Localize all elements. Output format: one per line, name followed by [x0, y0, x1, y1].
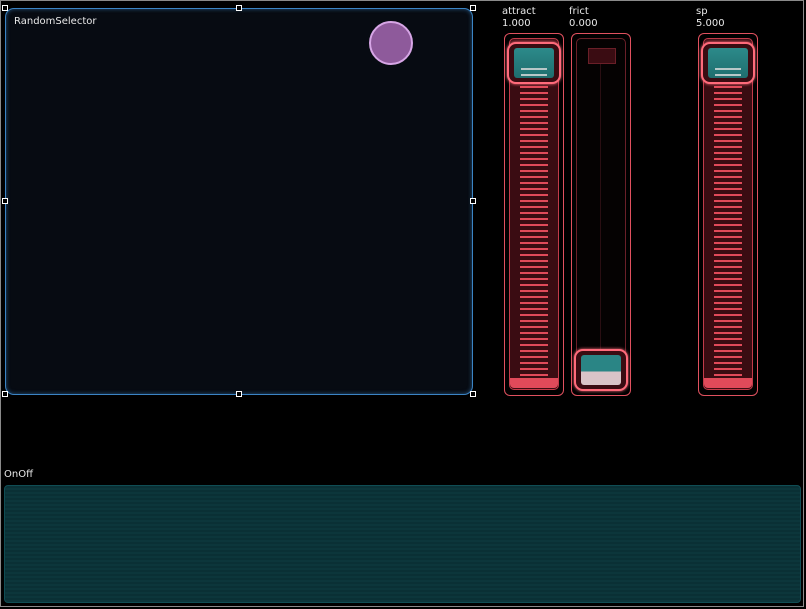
slider-sp-knob[interactable] [701, 42, 755, 84]
slider-attract-value: 1.000 [502, 18, 531, 29]
random-selector-panel[interactable] [5, 8, 473, 395]
resize-handle-left[interactable] [2, 198, 8, 204]
slider-frict-track[interactable] [576, 38, 626, 390]
onoff-toggle[interactable] [4, 485, 801, 603]
resize-handle-top[interactable] [236, 5, 242, 11]
slider-sp-fill [714, 86, 742, 376]
slider-attract-cap [510, 378, 558, 388]
slider-frict-guide [600, 64, 601, 354]
resize-handle-bottom-right[interactable] [470, 391, 476, 397]
resize-handle-top-left[interactable] [2, 5, 8, 11]
slider-attract-label: attract [502, 6, 536, 17]
slider-sp-cap [704, 378, 752, 388]
resize-handle-bottom-left[interactable] [2, 391, 8, 397]
resize-handle-top-right[interactable] [470, 5, 476, 11]
slider-attract-fill [520, 86, 548, 376]
resize-handle-right[interactable] [470, 198, 476, 204]
slider-frict-value: 0.000 [569, 18, 598, 29]
slider-frict-knob[interactable] [574, 349, 628, 391]
slider-sp-value: 5.000 [696, 18, 725, 29]
slider-sp-label: sp [696, 6, 708, 17]
selector-dot[interactable] [369, 21, 413, 65]
slider-attract-knob[interactable] [507, 42, 561, 84]
onoff-title: OnOff [4, 469, 33, 480]
resize-handle-bottom[interactable] [236, 391, 242, 397]
slider-frict-top-marker [588, 48, 616, 64]
random-selector-title: RandomSelector [14, 16, 97, 27]
slider-frict-label: frict [569, 6, 589, 17]
